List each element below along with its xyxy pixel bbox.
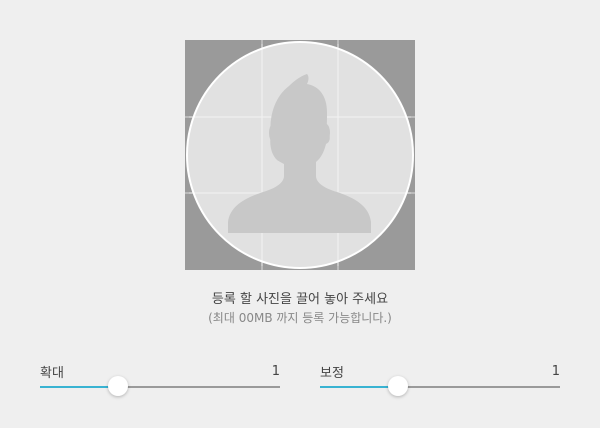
- adjust-label: 보정: [320, 366, 344, 381]
- photo-drop-zone[interactable]: [185, 40, 415, 270]
- silhouette-left-ear: [269, 124, 277, 142]
- zoom-label: 확대: [40, 366, 64, 381]
- silhouette-right-ear: [322, 124, 330, 142]
- adjust-handle[interactable]: [388, 376, 408, 396]
- crop-preview: [185, 40, 415, 270]
- adjust-slider: 보정 1: [320, 362, 560, 402]
- adjust-track[interactable]: [320, 376, 560, 396]
- zoom-slider: 확대 1: [40, 362, 280, 402]
- zoom-track[interactable]: [40, 376, 280, 396]
- size-limit-note: (최대 00MB 까지 등록 가능합니다.): [208, 311, 392, 325]
- zoom-fill: [40, 386, 118, 388]
- photo-upload-panel: 등록 할 사진을 끌어 놓아 주세요 (최대 00MB 까지 등록 가능합니다.…: [0, 0, 600, 428]
- drop-instruction: 등록 할 사진을 끌어 놓아 주세요: [211, 292, 389, 307]
- zoom-value: 1: [271, 364, 280, 379]
- adjust-fill: [320, 386, 398, 388]
- adjust-value: 1: [551, 364, 560, 379]
- zoom-handle[interactable]: [108, 376, 128, 396]
